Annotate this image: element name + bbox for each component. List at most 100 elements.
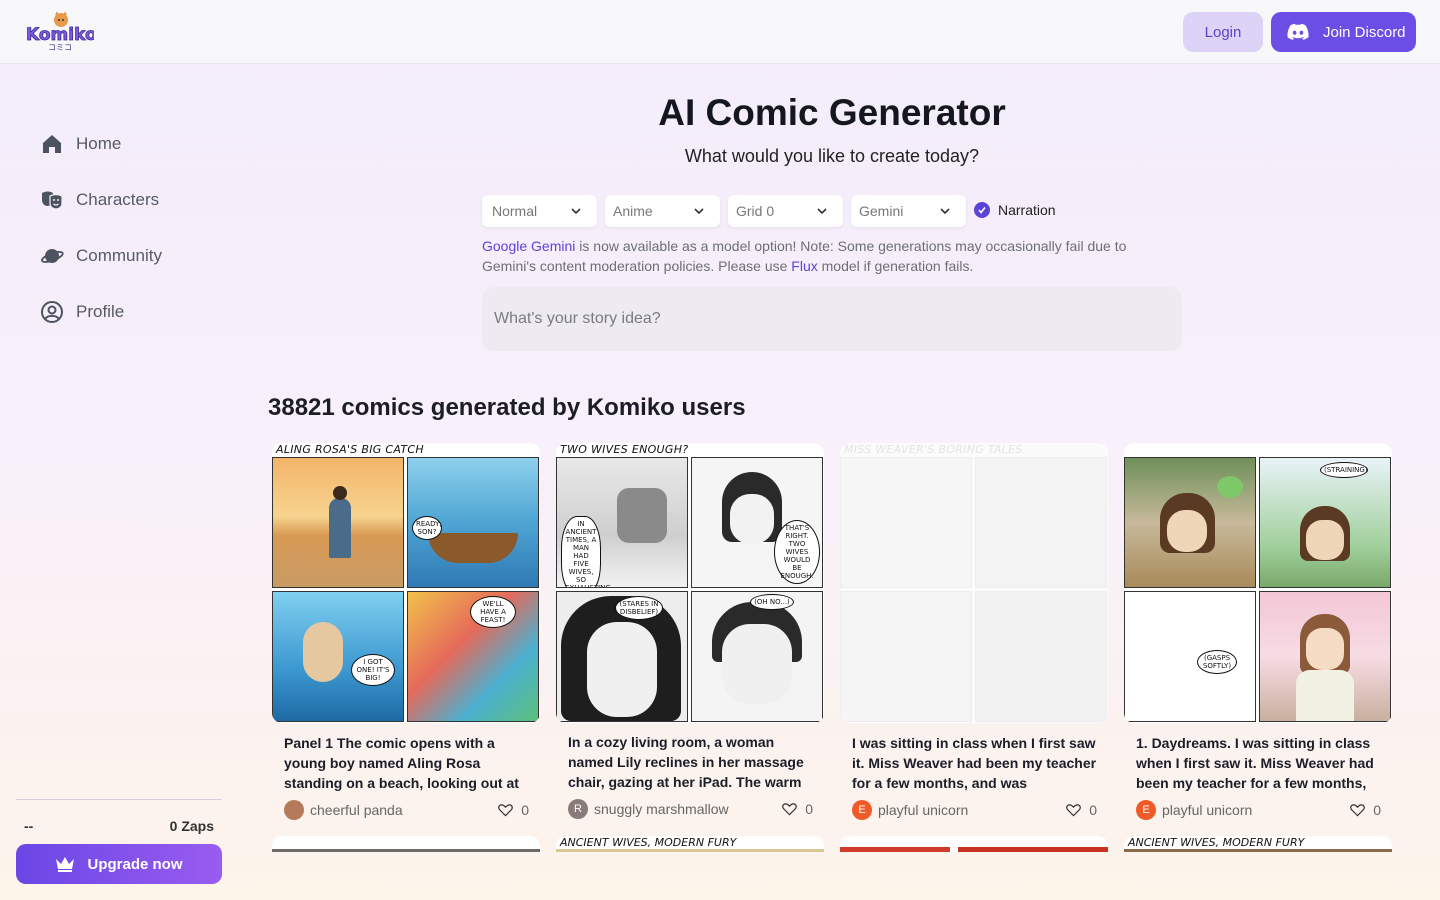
card-meta: E playful unicorn 0: [1136, 800, 1381, 820]
chevron-down-icon: [817, 208, 827, 215]
comic-panel: [975, 591, 1107, 722]
comic-card[interactable]: MISS WEAVER'S BORING TALES I was sitting…: [840, 443, 1108, 828]
author-name: snuggly marshmallow: [594, 801, 729, 817]
comic-panel: READY, SON?: [407, 457, 539, 588]
comic-panel: [1259, 591, 1391, 722]
like-count: 0: [521, 802, 529, 818]
sidebar: Home Characters Community Profile -- 0 Z…: [0, 64, 238, 900]
discord-label: Join Discord: [1323, 23, 1406, 41]
speech-bubble: (STARES IN DISBELIEF): [615, 596, 663, 620]
like-button[interactable]: 0: [498, 802, 529, 818]
model-select[interactable]: Gemini: [851, 195, 966, 227]
model-notice: Google Gemini is now available as a mode…: [482, 236, 1162, 276]
sidebar-item-label: Home: [76, 134, 122, 153]
comic-description: In a cozy living room, a woman named Lil…: [568, 734, 804, 790]
flux-link[interactable]: Flux: [791, 258, 817, 274]
comic-author[interactable]: E playful unicorn: [1136, 800, 1252, 820]
comic-author[interactable]: R snuggly marshmallow: [568, 799, 729, 819]
upgrade-button[interactable]: Upgrade now: [16, 844, 222, 884]
chevron-down-icon: [940, 208, 950, 215]
avatar: R: [568, 799, 588, 819]
style-value: Anime: [613, 203, 653, 219]
gallery-count-title: 38821 comics generated by Komiko users: [268, 394, 746, 421]
comic-title: ANCIENT WIVES, MODERN FURY: [1128, 836, 1305, 849]
comic-card[interactable]: ANCIENT WIVES, MODERN FURY: [556, 836, 824, 852]
theater-masks-icon: [42, 191, 63, 210]
speech-bubble: (STRAINING): [1320, 462, 1368, 478]
heart-icon: [782, 803, 798, 816]
avatar: E: [1136, 800, 1156, 820]
like-count: 0: [805, 801, 813, 817]
comic-card[interactable]: (STRAINING) (GASPS SOFTLY) 1. Daydreams.…: [1124, 443, 1392, 828]
page-title: AI Comic Generator: [658, 92, 1006, 133]
comic-card[interactable]: ANCIENT WIVES, MODERN FURY: [1124, 836, 1392, 852]
heart-icon: [1066, 804, 1082, 817]
sidebar-item-profile[interactable]: Profile: [40, 298, 124, 326]
komiko-logo[interactable]: Komiko コミコ: [24, 11, 97, 52]
avatar: E: [852, 800, 872, 820]
author-name: playful unicorn: [1162, 802, 1253, 818]
comic-description: I was sitting in class when I first saw …: [852, 735, 1097, 791]
planet-icon: [41, 249, 64, 263]
comic-description: 1. Daydreams. I was sitting in class whe…: [1136, 735, 1374, 791]
comic-panel: IN ANCIENT TIMES, A MAN HAD FIVE WIVES, …: [556, 457, 688, 588]
speech-bubble: (OH NO...): [750, 594, 794, 610]
avatar: [284, 800, 304, 820]
narration-toggle[interactable]: Narration: [974, 202, 1056, 218]
upgrade-label: Upgrade now: [87, 855, 183, 873]
comic-panel: THAT'S RIGHT. TWO WIVES WOULD BE ENOUGH.: [691, 457, 823, 588]
comic-author[interactable]: cheerful panda: [284, 800, 403, 820]
join-discord-button[interactable]: Join Discord: [1271, 12, 1416, 52]
comic-title: ANCIENT WIVES, MODERN FURY: [560, 836, 737, 849]
svg-text:コミコ: コミコ: [48, 43, 72, 52]
story-idea-input[interactable]: [482, 287, 1182, 351]
like-button[interactable]: 0: [782, 801, 813, 817]
comic-panel: (STARES IN DISBELIEF): [556, 591, 688, 722]
comic-panel: [840, 591, 972, 722]
like-button[interactable]: 0: [1066, 802, 1097, 818]
comic-panel: WE'LL HAVE A FEAST!: [407, 591, 539, 722]
user-circle-icon: [41, 301, 63, 323]
author-name: playful unicorn: [878, 802, 969, 818]
sidebar-item-label: Characters: [76, 190, 160, 209]
comic-card[interactable]: ALING ROSA'S BIG CATCH READY, SON? I GOT…: [272, 443, 540, 828]
heart-icon: [498, 804, 514, 817]
speech-bubble: THAT'S RIGHT. TWO WIVES WOULD BE ENOUGH.: [774, 520, 820, 584]
model-value: Gemini: [859, 203, 904, 219]
comic-thumbnail[interactable]: MISS WEAVER'S BORING TALES: [840, 443, 1108, 723]
mode-select[interactable]: Normal: [482, 195, 597, 227]
comic-author[interactable]: E playful unicorn: [852, 800, 968, 820]
comic-panel: [272, 457, 404, 588]
comic-thumbnail[interactable]: ALING ROSA'S BIG CATCH READY, SON? I GOT…: [272, 443, 540, 723]
check-icon: [978, 207, 986, 214]
card-meta: cheerful panda 0: [284, 800, 529, 820]
like-button[interactable]: 0: [1350, 802, 1381, 818]
narration-checkbox[interactable]: [974, 202, 990, 218]
comic-description: Panel 1 The comic opens with a young boy…: [284, 735, 519, 791]
like-count: 0: [1089, 802, 1097, 818]
speech-bubble: (GASPS SOFTLY): [1197, 650, 1237, 674]
crown-icon: [56, 857, 75, 872]
comic-card[interactable]: TWO WIVES ENOUGH? IN ANCIENT TIMES, A MA…: [556, 443, 824, 828]
comic-title: MISS WEAVER'S BORING TALES: [844, 443, 1023, 456]
sidebar-item-characters[interactable]: Characters: [40, 186, 159, 214]
comic-thumbnail[interactable]: (STRAINING) (GASPS SOFTLY): [1124, 443, 1392, 723]
grid-select[interactable]: Grid 0: [728, 195, 843, 227]
comic-title: TWO WIVES ENOUGH?: [560, 443, 689, 456]
grid-value: Grid 0: [736, 203, 775, 219]
comic-thumbnail[interactable]: TWO WIVES ENOUGH? IN ANCIENT TIMES, A MA…: [556, 443, 824, 723]
sidebar-item-community[interactable]: Community: [40, 242, 162, 270]
user-name: --: [24, 818, 34, 834]
speech-bubble: IN ANCIENT TIMES, A MAN HAD FIVE WIVES, …: [561, 516, 613, 587]
comic-card[interactable]: [840, 836, 1108, 852]
comic-panel: [1124, 457, 1256, 588]
sidebar-divider: [16, 799, 222, 800]
google-gemini-link[interactable]: Google Gemini: [482, 238, 575, 254]
comic-card[interactable]: [272, 836, 540, 852]
login-button[interactable]: Login: [1183, 12, 1263, 52]
sidebar-item-home[interactable]: Home: [40, 130, 121, 158]
comic-panel: (GASPS SOFTLY): [1124, 591, 1256, 722]
style-select[interactable]: Anime: [605, 195, 720, 227]
author-name: cheerful panda: [310, 802, 403, 818]
card-meta: E playful unicorn 0: [852, 800, 1097, 820]
